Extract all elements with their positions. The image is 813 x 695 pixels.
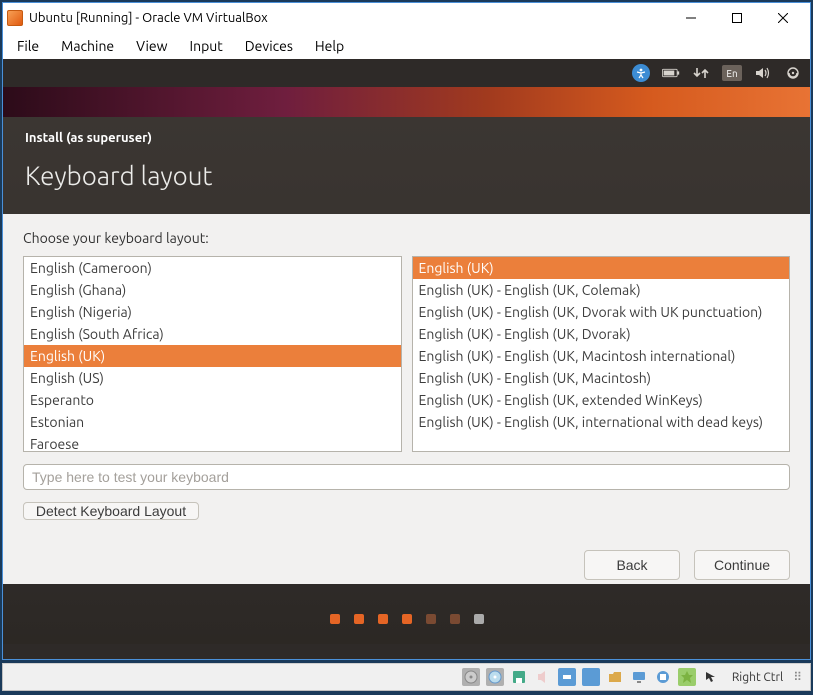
back-button[interactable]: Back (584, 550, 680, 580)
host-key-label: Right Ctrl (732, 671, 783, 684)
ubuntu-top-panel: En (3, 59, 810, 87)
audio-icon[interactable] (534, 668, 552, 686)
power-icon[interactable] (784, 64, 802, 82)
dot-6 (450, 614, 460, 624)
layout-item[interactable]: English (UK) (24, 345, 401, 367)
battery-icon[interactable] (662, 64, 680, 82)
network-adapter-icon[interactable] (558, 668, 576, 686)
variant-item[interactable]: English (UK) - English (UK, internationa… (413, 411, 790, 433)
optical-icon[interactable] (486, 668, 504, 686)
guest-additions-icon[interactable] (678, 668, 696, 686)
layouts-listbox[interactable]: English (Cameroon)English (Ghana)English… (23, 256, 402, 452)
layout-item[interactable]: English (South Africa) (24, 323, 401, 345)
continue-button[interactable]: Continue (694, 550, 790, 580)
shared-folder-icon[interactable] (606, 668, 624, 686)
dot-7 (474, 614, 484, 624)
window-titlebar: Ubuntu [Running] - Oracle VM VirtualBox (3, 3, 810, 33)
menu-view[interactable]: View (126, 35, 177, 57)
layout-item[interactable]: Faroese (24, 433, 401, 452)
decorative-gradient (3, 87, 810, 117)
dot-3 (378, 614, 388, 624)
variant-item[interactable]: English (UK) - English (UK, Dvorak) (413, 323, 790, 345)
dot-4 (402, 614, 412, 624)
menubar: File Machine View Input Devices Help (3, 33, 810, 59)
variant-item[interactable]: English (UK) - English (UK, Macintosh in… (413, 345, 790, 367)
menu-file[interactable]: File (7, 35, 49, 57)
floppy-icon[interactable] (510, 668, 528, 686)
layout-item[interactable]: English (Ghana) (24, 279, 401, 301)
menu-input[interactable]: Input (180, 35, 233, 57)
layout-item[interactable]: English (Nigeria) (24, 301, 401, 323)
accessibility-icon[interactable] (632, 64, 650, 82)
menu-devices[interactable]: Devices (235, 35, 303, 57)
page-title: Keyboard layout (3, 149, 810, 214)
layout-item[interactable]: English (Cameroon) (24, 257, 401, 279)
menu-help[interactable]: Help (305, 35, 354, 57)
variant-item[interactable]: English (UK) (413, 257, 790, 279)
host-key-menu-icon[interactable]: ⠿ (793, 670, 802, 684)
recording-icon[interactable] (654, 668, 672, 686)
progress-dots (3, 584, 810, 644)
layout-item[interactable]: Estonian (24, 411, 401, 433)
variant-item[interactable]: English (UK) - English (UK, Dvorak with … (413, 301, 790, 323)
installer-header: Install (as superuser) (3, 117, 810, 149)
dot-2 (354, 614, 364, 624)
layout-item[interactable]: Esperanto (24, 389, 401, 411)
network-icon[interactable] (692, 64, 710, 82)
variant-item[interactable]: English (UK) - English (UK, Colemak) (413, 279, 790, 301)
vbox-status-bar: Right Ctrl ⠿ (2, 663, 811, 691)
keyboard-test-input[interactable] (23, 464, 790, 490)
hdd-icon[interactable] (462, 668, 480, 686)
dot-1 (330, 614, 340, 624)
menu-machine[interactable]: Machine (51, 35, 124, 57)
detect-keyboard-button[interactable]: Detect Keyboard Layout (23, 502, 199, 520)
variant-item[interactable]: English (UK) - English (UK, Macintosh) (413, 367, 790, 389)
variant-item[interactable]: English (UK) - English (UK, extended Win… (413, 389, 790, 411)
vbox-icon (7, 10, 23, 26)
language-indicator[interactable]: En (722, 65, 742, 81)
minimize-button[interactable] (668, 3, 714, 33)
maximize-button[interactable] (714, 3, 760, 33)
layout-item[interactable]: English (US) (24, 367, 401, 389)
window-title: Ubuntu [Running] - Oracle VM VirtualBox (29, 11, 668, 25)
dot-5 (426, 614, 436, 624)
sound-icon[interactable] (754, 64, 772, 82)
display-icon[interactable] (630, 668, 648, 686)
close-button[interactable] (760, 3, 806, 33)
variants-listbox[interactable]: English (UK)English (UK) - English (UK, … (412, 256, 791, 452)
mouse-integration-icon[interactable] (702, 668, 720, 686)
usb-icon[interactable] (582, 668, 600, 686)
prompt-label: Choose your keyboard layout: (23, 230, 790, 246)
